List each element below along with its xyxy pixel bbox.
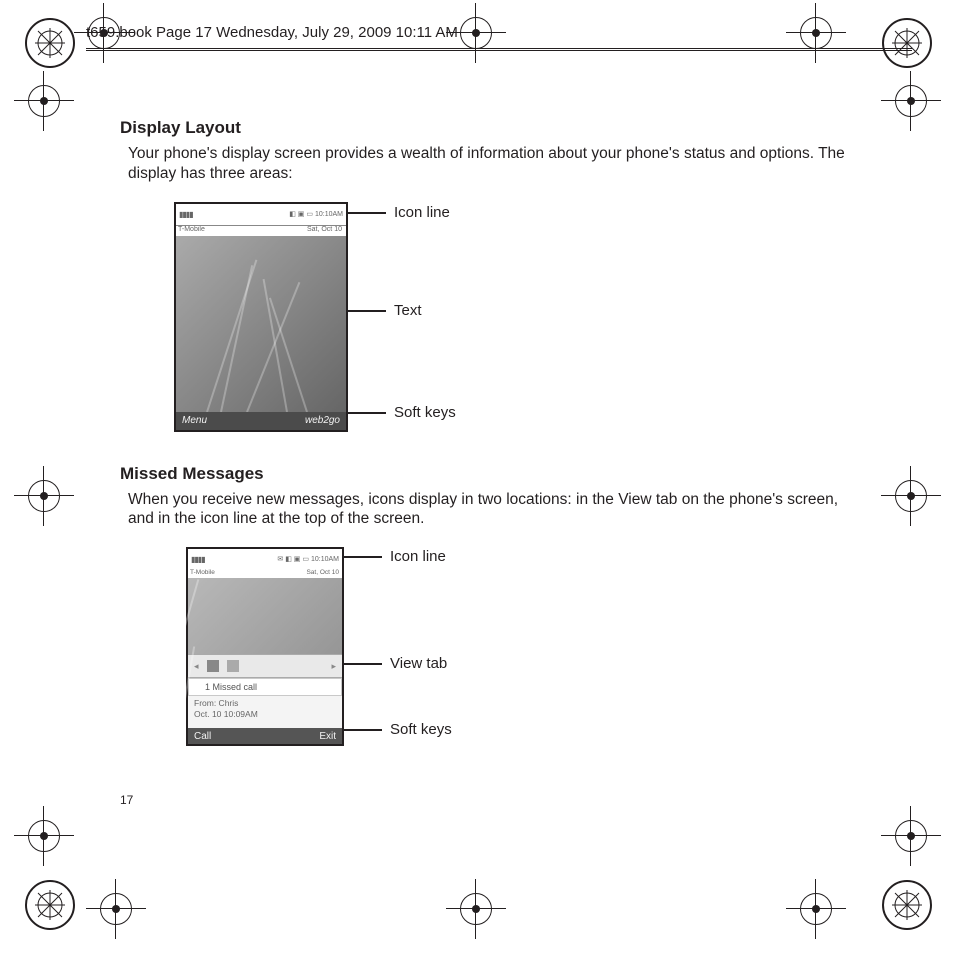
- chevron-left-icon: ◂: [194, 661, 199, 672]
- crop-mark: [460, 893, 492, 925]
- figure-display-layout: ▮▮▮▮ ◧ ▣ ▭ 10:10AM T-Mobile Sat, Oct 10 …: [174, 202, 850, 436]
- content-area: Display Layout Your phone's display scre…: [120, 118, 850, 759]
- crop-mark: [100, 893, 132, 925]
- missed-call-detail: From: Chris Oct. 10 10:09AM: [188, 696, 342, 728]
- crop-mark: [800, 893, 832, 925]
- running-header: t659.book Page 17 Wednesday, July 29, 20…: [86, 24, 458, 41]
- phone-time: 10:10AM: [311, 556, 339, 563]
- section-title-missed-messages: Missed Messages: [120, 464, 850, 484]
- leader-line: [346, 310, 386, 312]
- phone-softkey-bar: Call Exit: [188, 728, 342, 744]
- carrier-label: T-Mobile: [176, 226, 205, 233]
- figure-missed-messages: ▮▮▮▮ ✉ ◧ ▣ ▭ 10:10AM T-Mobile Sat, Oct 1…: [186, 547, 850, 759]
- phone-time: 10:10AM: [315, 211, 343, 218]
- leader-line: [342, 663, 382, 665]
- phone-icon-line: ▮▮▮▮ ◧ ▣ ▭ 10:10AM: [176, 204, 346, 226]
- crop-mark: [895, 820, 927, 852]
- crop-mark: [28, 820, 60, 852]
- chevron-right-icon: ▸: [331, 661, 336, 672]
- phone-wallpaper: [176, 236, 346, 412]
- callout-view-tab: View tab: [390, 655, 447, 672]
- softkey-left: Menu: [182, 415, 207, 426]
- registration-mark: [25, 880, 75, 930]
- registration-mark: [882, 18, 932, 68]
- phone-mockup: ▮▮▮▮ ✉ ◧ ▣ ▭ 10:10AM T-Mobile Sat, Oct 1…: [186, 547, 344, 746]
- leader-line: [346, 412, 386, 414]
- status-icons: ✉ ◧ ▣ ▭: [277, 555, 309, 563]
- leader-line: [342, 729, 382, 731]
- crop-mark: [28, 480, 60, 512]
- phone-carrier-date: T-Mobile Sat, Oct 10: [188, 569, 342, 578]
- crop-mark: [895, 480, 927, 512]
- phone-wallpaper: [188, 578, 342, 654]
- crop-mark: [28, 85, 60, 117]
- status-icons: ◧ ▣ ▭: [289, 210, 313, 218]
- softkey-left: Call: [194, 731, 211, 742]
- softkey-right: web2go: [305, 415, 340, 426]
- callout-text: Text: [394, 302, 422, 319]
- page-number: 17: [120, 793, 133, 807]
- date-label: Sat, Oct 10: [306, 569, 339, 576]
- phone-softkey-bar: Menu web2go: [176, 412, 346, 430]
- section-title-display-layout: Display Layout: [120, 118, 850, 138]
- phone-mockup: ▮▮▮▮ ◧ ▣ ▭ 10:10AM T-Mobile Sat, Oct 10 …: [174, 202, 348, 432]
- leader-line: [346, 212, 386, 214]
- softkey-right: Exit: [319, 731, 336, 742]
- carrier-label: T-Mobile: [188, 569, 215, 576]
- body-text: Your phone's display screen provides a w…: [128, 144, 850, 184]
- callout-icon-line: Icon line: [390, 548, 446, 565]
- crop-mark: [460, 17, 492, 49]
- crop-mark: [800, 17, 832, 49]
- body-text: When you receive new messages, icons dis…: [128, 490, 850, 530]
- registration-mark: [25, 18, 75, 68]
- phone-icon-line: ▮▮▮▮ ✉ ◧ ▣ ▭ 10:10AM: [188, 549, 342, 569]
- tab-icon: [227, 660, 239, 672]
- tab-icon: [207, 660, 219, 672]
- missed-from: From: Chris: [194, 698, 336, 708]
- callout-soft-keys: Soft keys: [390, 721, 452, 738]
- signal-icon: ▮▮▮▮: [179, 210, 193, 219]
- missed-time: Oct. 10 10:09AM: [194, 709, 336, 719]
- crop-mark: [895, 85, 927, 117]
- phone-carrier-date: T-Mobile Sat, Oct 10: [176, 226, 346, 236]
- rule: [86, 48, 912, 49]
- missed-call-row: 1 Missed call: [188, 678, 342, 696]
- registration-mark: [882, 880, 932, 930]
- phone-view-tab: ◂ ▸: [188, 654, 342, 678]
- date-label: Sat, Oct 10: [307, 226, 342, 233]
- rule: [86, 50, 912, 51]
- leader-line: [342, 556, 382, 558]
- callout-soft-keys: Soft keys: [394, 404, 456, 421]
- callout-icon-line: Icon line: [394, 204, 450, 221]
- signal-icon: ▮▮▮▮: [191, 555, 205, 564]
